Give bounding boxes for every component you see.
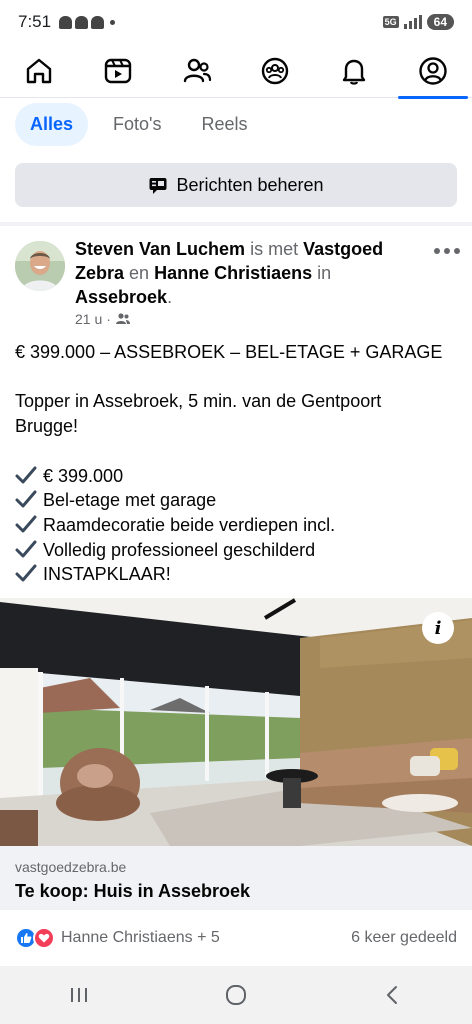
check-item: Volledig professioneel geschilderd — [15, 538, 460, 563]
more-dot-icon — [434, 248, 440, 254]
check-item-text: Bel-etage met garage — [43, 490, 217, 511]
groups-icon — [262, 57, 289, 84]
nav-friends[interactable] — [168, 44, 226, 98]
more-notifications-icon — [110, 19, 116, 25]
check-item: Raamdecoratie beide verdiepen incl. — [15, 513, 460, 538]
info-button[interactable]: i — [422, 612, 454, 644]
friends-icon — [183, 58, 211, 82]
link-preview-card[interactable]: vastgoedzebra.be Te koop: Huis in Assebr… — [0, 846, 472, 910]
check-mark-icon — [15, 515, 37, 533]
check-item-text: Raamdecoratie beide verdiepen incl. — [43, 514, 336, 535]
profile-icon — [418, 56, 447, 85]
nav-home[interactable] — [10, 44, 68, 98]
snapchat-icon — [91, 15, 105, 29]
author-name[interactable]: Steven Van Luchem — [75, 239, 245, 259]
period: . — [167, 287, 173, 307]
top-navigation — [0, 44, 472, 99]
post-meta: 21 u · — [75, 311, 131, 327]
location-link[interactable]: Assebroek — [75, 287, 167, 307]
link-domain: vastgoedzebra.be — [15, 859, 127, 875]
and-text: en — [129, 263, 150, 283]
more-dot-icon — [454, 248, 460, 254]
nav-profile[interactable] — [397, 44, 468, 99]
post-body: € 399.000 – ASSEBROEK – BEL-ETAGE + GARA… — [15, 340, 460, 587]
check-mark-icon — [15, 490, 37, 508]
reactions-bar: Hanne Christiaens + 5 6 keer gedeeld — [15, 922, 457, 954]
friends-audience-icon — [115, 313, 130, 324]
battery-level: 64 — [426, 14, 454, 30]
home-circle-icon — [225, 985, 246, 1005]
avatar[interactable] — [15, 241, 65, 291]
check-item: INSTAPKLAAR! — [15, 562, 460, 587]
recent-apps-icon — [70, 988, 87, 1002]
back-chevron-icon — [387, 986, 398, 1004]
nav-notifications[interactable] — [325, 44, 383, 98]
back-button[interactable] — [363, 975, 423, 1015]
status-bar: 7:51 5G 64 — [0, 0, 472, 44]
check-mark-icon — [15, 540, 37, 558]
body-line: € 399.000 – ASSEBROEK – BEL-ETAGE + GARA… — [15, 342, 443, 362]
manage-posts-icon — [149, 178, 167, 194]
check-mark-icon — [15, 564, 37, 582]
post-image[interactable]: i — [0, 598, 472, 846]
home-icon — [27, 58, 52, 83]
love-reaction-icon — [33, 927, 55, 949]
snapchat-icon — [75, 15, 89, 29]
post-more-button[interactable] — [432, 238, 462, 264]
video-icon — [104, 58, 132, 83]
more-dot-icon — [444, 248, 450, 254]
system-navigation-bar — [0, 966, 472, 1024]
filter-photos[interactable]: Foto's — [98, 103, 176, 146]
notification-icons — [59, 15, 105, 29]
signal-icon — [403, 15, 422, 29]
share-count[interactable]: 6 keer gedeeld — [351, 929, 457, 947]
recent-apps-button[interactable] — [49, 975, 109, 1015]
bell-icon — [342, 59, 366, 85]
manage-posts-button[interactable]: Berichten beheren — [15, 163, 457, 207]
check-item: € 399.000 — [15, 464, 460, 489]
in-text: in — [317, 263, 332, 283]
post-header: Steven Van Luchem is met Vastgoed Zebra … — [75, 237, 420, 309]
tagged-person[interactable]: Hanne Christiaens — [154, 263, 312, 283]
check-item: Bel-etage met garage — [15, 488, 460, 513]
filter-all[interactable]: Alles — [15, 103, 89, 146]
filter-reels[interactable]: Reels — [187, 103, 263, 146]
check-item-text: INSTAPKLAAR! — [43, 564, 171, 585]
nav-video[interactable] — [89, 44, 147, 98]
check-item-text: € 399.000 — [43, 465, 124, 486]
link-title: Te koop: Huis in Assebroek — [15, 881, 251, 901]
body-line: Topper in Assebroek, 5 min. van de Gentp… — [15, 391, 382, 412]
cloud-icon — [59, 15, 73, 29]
section-divider — [0, 222, 472, 226]
reaction-icons[interactable] — [15, 927, 55, 949]
home-button[interactable] — [206, 975, 266, 1015]
reaction-names[interactable]: Hanne Christiaens + 5 — [61, 929, 220, 947]
post-filters: Alles Foto's Reels — [15, 103, 263, 146]
manage-posts-label: Berichten beheren — [176, 174, 324, 195]
living-room-photo — [0, 598, 472, 846]
post-time[interactable]: 21 u — [75, 311, 102, 327]
check-mark-icon — [15, 466, 37, 484]
body-line: Brugge! — [15, 416, 79, 437]
meta-separator: · — [106, 311, 111, 327]
avatar-image — [15, 241, 65, 291]
network-type: 5G — [382, 16, 399, 28]
nav-groups[interactable] — [246, 44, 304, 98]
check-item-text: Volledig professioneel geschilderd — [43, 539, 316, 560]
with-text: is met — [250, 239, 299, 259]
status-time: 7:51 — [18, 12, 52, 31]
